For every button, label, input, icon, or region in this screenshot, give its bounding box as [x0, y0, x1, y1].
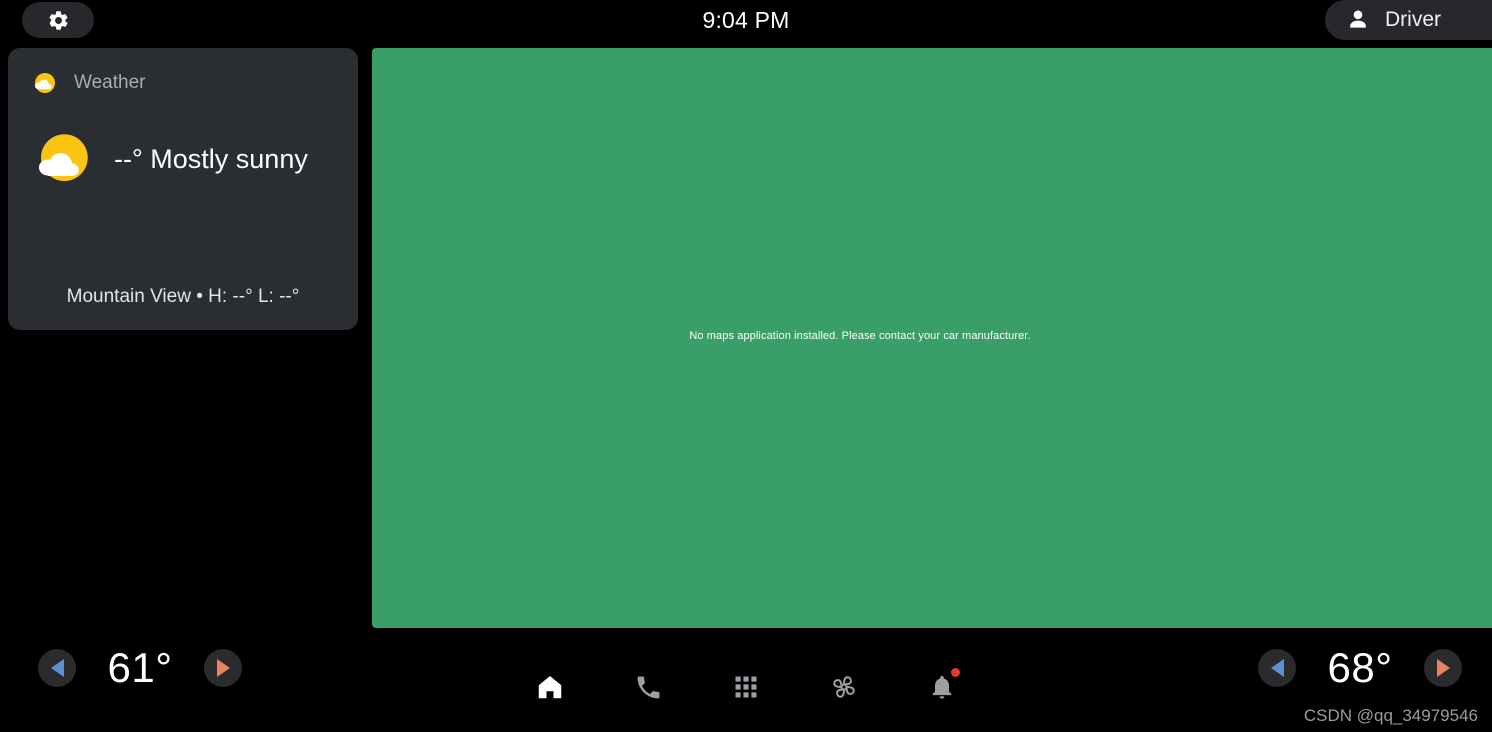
bottom-bar: 61° 68° CSDN @qq_34979546: [0, 628, 1492, 732]
bell-icon: [928, 673, 956, 701]
nav-item-notifications[interactable]: [922, 667, 962, 707]
car-head-unit-screen: 9:04 PM Driver Weather --° Mostly sunny …: [0, 0, 1492, 732]
map-empty-message: No maps application installed. Please co…: [689, 330, 1031, 342]
profile-button[interactable]: Driver: [1325, 0, 1492, 40]
passenger-temp-increase-button[interactable]: [1424, 649, 1462, 687]
passenger-temp-decrease-button[interactable]: [1258, 649, 1296, 687]
weather-condition-text: --° Mostly sunny: [114, 143, 308, 174]
weather-card[interactable]: Weather --° Mostly sunny Mountain View •…: [8, 48, 358, 330]
profile-label: Driver: [1385, 8, 1441, 31]
weather-location-hilo: Mountain View • H: --° L: --°: [66, 286, 300, 307]
map-panel[interactable]: No maps application installed. Please co…: [372, 48, 1492, 628]
person-icon: [1345, 7, 1371, 33]
grid-icon: [732, 673, 760, 701]
nav-item-home[interactable]: [530, 667, 570, 707]
nav-item-dialer[interactable]: [628, 667, 668, 707]
weather-card-header: Weather: [30, 68, 336, 98]
triangle-left-icon: [1270, 659, 1284, 677]
nav-item-app-grid[interactable]: [726, 667, 766, 707]
nav-item-climate[interactable]: [824, 667, 864, 707]
sun-behind-cloud-icon: [30, 126, 96, 192]
clock: 9:04 PM: [702, 6, 790, 33]
weather-current-conditions: --° Mostly sunny: [30, 126, 336, 192]
weather-app-label: Weather: [74, 72, 146, 93]
passenger-temperature-control: 68°: [1258, 644, 1462, 692]
notification-badge: [951, 668, 960, 677]
passenger-temp-value: 68°: [1327, 644, 1393, 691]
triangle-right-icon: [1436, 659, 1450, 677]
phone-icon: [634, 673, 663, 702]
fan-icon: [828, 671, 860, 703]
status-bar: 9:04 PM Driver: [0, 0, 1492, 48]
home-icon: [535, 672, 565, 702]
watermark: CSDN @qq_34979546: [1303, 706, 1478, 725]
sun-behind-cloud-icon: [30, 68, 60, 98]
